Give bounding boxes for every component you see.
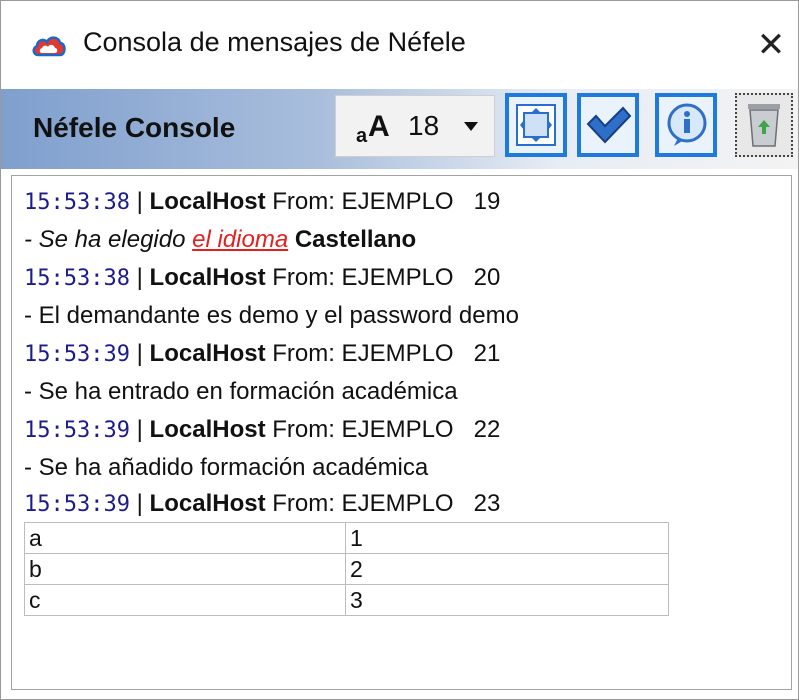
host-label: LocalHost xyxy=(149,264,266,291)
timestamp: 15:53:39 xyxy=(24,342,130,367)
separator: | xyxy=(129,188,150,215)
svg-text:a: a xyxy=(356,125,368,146)
timestamp: 15:53:38 xyxy=(24,190,130,215)
message-console[interactable]: 15:53:38 | LocalHost From: EJEMPLO 19 - … xyxy=(11,175,792,690)
language-value: Castellano xyxy=(294,226,417,253)
host-label: LocalHost xyxy=(149,340,266,367)
brand-title: Néfele Console xyxy=(33,112,236,143)
message-text: - Se ha elegido xyxy=(24,226,193,253)
entry-number: 23 xyxy=(473,490,501,517)
separator: | xyxy=(129,490,150,517)
from-label: From: EJEMPLO xyxy=(265,340,454,367)
host-label: LocalHost xyxy=(149,188,266,215)
table-row: a 1 xyxy=(24,522,669,554)
from-label: From: EJEMPLO xyxy=(265,264,454,291)
entry-number: 21 xyxy=(473,340,501,367)
table-cell: b xyxy=(24,553,346,585)
fit-window-button[interactable] xyxy=(505,93,567,157)
chevron-down-icon xyxy=(464,122,478,131)
separator: | xyxy=(129,340,150,367)
log-entry-header: 15:53:39 | LocalHost From: EJEMPLO 21 xyxy=(24,340,500,368)
log-message: - Se ha entrado en formación académica xyxy=(24,378,458,405)
table-cell: 3 xyxy=(345,584,669,616)
log-entry-header: 15:53:38 | LocalHost From: EJEMPLO 20 xyxy=(24,264,500,292)
entry-number: 19 xyxy=(473,188,501,215)
nefele-cloud-icon xyxy=(31,33,67,57)
font-size-value: 18 xyxy=(408,110,440,141)
table-row: c 3 xyxy=(24,584,669,616)
log-entry-header: 15:53:38 | LocalHost From: EJEMPLO 19 xyxy=(24,188,500,216)
window-title: Consola de mensajes de Néfele xyxy=(83,27,466,57)
entry-number: 22 xyxy=(473,416,501,443)
separator: | xyxy=(129,416,150,443)
table-cell: a xyxy=(24,522,346,554)
font-size-icon: a A xyxy=(354,106,398,147)
from-label: From: EJEMPLO xyxy=(265,188,454,215)
log-entry-header: 15:53:39 | LocalHost From: EJEMPLO 23 xyxy=(24,490,500,518)
log-message: - Se ha añadido formación académica xyxy=(24,454,429,481)
table-cell: c xyxy=(24,584,346,616)
timestamp: 15:53:39 xyxy=(24,492,130,517)
font-size-dropdown[interactable]: a A 18 xyxy=(335,95,495,157)
check-button[interactable] xyxy=(577,93,639,157)
svg-text:A: A xyxy=(368,110,390,143)
language-link[interactable]: el idioma xyxy=(192,226,288,253)
info-button[interactable] xyxy=(655,93,717,157)
timestamp: 15:53:38 xyxy=(24,266,130,291)
table-cell: 2 xyxy=(345,553,669,585)
log-message: - El demandante es demo y el password de… xyxy=(24,302,519,329)
log-message: - Se ha elegido el idioma Castellano xyxy=(24,226,416,254)
separator: | xyxy=(129,264,150,291)
data-table: a 1 b 2 c 3 xyxy=(24,522,669,616)
table-cell: 1 xyxy=(345,522,669,554)
clear-console-button[interactable] xyxy=(735,93,793,157)
console-header: Néfele Console a A 18 xyxy=(1,89,798,169)
entry-number: 20 xyxy=(473,264,501,291)
timestamp: 15:53:39 xyxy=(24,418,130,443)
host-label: LocalHost xyxy=(149,490,266,517)
console-window: Consola de mensajes de Néfele ✕ Néfele C… xyxy=(0,0,799,700)
host-label: LocalHost xyxy=(149,416,266,443)
from-label: From: EJEMPLO xyxy=(265,490,454,517)
from-label: From: EJEMPLO xyxy=(265,416,454,443)
title-bar: Consola de mensajes de Néfele ✕ xyxy=(1,1,798,89)
table-row: b 2 xyxy=(24,553,669,585)
close-button[interactable]: ✕ xyxy=(749,23,793,67)
log-entry-header: 15:53:39 | LocalHost From: EJEMPLO 22 xyxy=(24,416,500,444)
